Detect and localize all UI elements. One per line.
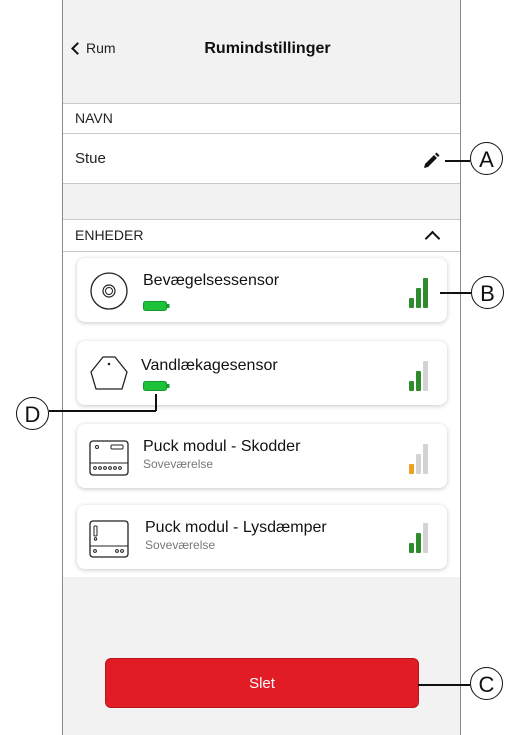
- device-card-puck-shutter[interactable]: Puck modul - Skodder Soveværelse: [77, 424, 447, 488]
- pencil-icon[interactable]: [422, 152, 440, 170]
- name-section-header: NAVN: [63, 103, 460, 134]
- signal-strength-icon: [409, 521, 431, 553]
- callout-leader-d: [49, 410, 156, 412]
- signal-bar: [423, 444, 428, 474]
- signal-bar: [423, 361, 428, 391]
- device-room: Soveværelse: [143, 457, 214, 471]
- device-list: Bevægelsessensor Vandlækagesensor Puck m…: [63, 252, 460, 577]
- callout-b: B: [471, 276, 504, 309]
- device-name: Puck modul - Skodder: [143, 438, 301, 455]
- signal-bar: [423, 278, 428, 308]
- signal-bar: [409, 298, 414, 308]
- signal-bar: [416, 288, 421, 308]
- device-card-puck-dimmer[interactable]: Puck modul - Lysdæmper Soveværelse: [77, 505, 447, 569]
- signal-bar: [409, 543, 414, 553]
- battery-full-icon: [143, 381, 170, 391]
- signal-bar: [416, 454, 421, 474]
- device-name: Vandlækagesensor: [141, 357, 278, 374]
- signal-bar: [409, 381, 414, 391]
- delete-button[interactable]: Slet: [105, 658, 419, 708]
- callout-leader-d-vertical: [155, 394, 157, 411]
- devices-section-header[interactable]: ENHEDER: [63, 219, 460, 252]
- name-section-label: NAVN: [75, 110, 113, 126]
- callout-leader-a: [445, 160, 470, 162]
- room-name-value: Stue: [75, 150, 106, 167]
- callout-d: D: [16, 397, 49, 430]
- motion-sensor-icon: [90, 272, 128, 310]
- device-name: Puck modul - Lysdæmper: [145, 519, 327, 536]
- signal-bar: [423, 523, 428, 553]
- device-name: Bevægelsessensor: [143, 272, 280, 289]
- signal-strength-icon: [409, 442, 431, 474]
- devices-section-label: ENHEDER: [75, 227, 144, 243]
- callout-a: A: [470, 142, 503, 175]
- device-room: Soveværelse: [145, 538, 216, 552]
- signal-bar: [416, 371, 421, 391]
- signal-bar: [416, 533, 421, 553]
- water-leak-sensor-icon: [90, 356, 128, 390]
- callout-leader-c: [418, 684, 470, 686]
- callout-c: C: [470, 667, 503, 700]
- phone-screen: Rum Rumindstillinger NAVN Stue ENHEDER B…: [62, 0, 461, 735]
- page-title: Rumindstillinger: [204, 40, 331, 57]
- battery-full-icon: [143, 301, 170, 311]
- device-card-water-leak-sensor[interactable]: Vandlækagesensor: [77, 341, 447, 405]
- signal-strength-icon: [409, 276, 431, 308]
- signal-bar: [409, 464, 414, 474]
- room-name-field[interactable]: Stue: [63, 134, 460, 184]
- device-card-motion-sensor[interactable]: Bevægelsessensor: [77, 258, 447, 322]
- callout-leader-b: [440, 292, 471, 294]
- signal-strength-icon: [409, 359, 431, 391]
- puck-module-icon: [89, 440, 129, 476]
- chevron-up-icon[interactable]: [424, 230, 441, 247]
- puck-dimmer-icon: [89, 520, 129, 558]
- top-bar: Rum Rumindstillinger: [63, 0, 460, 100]
